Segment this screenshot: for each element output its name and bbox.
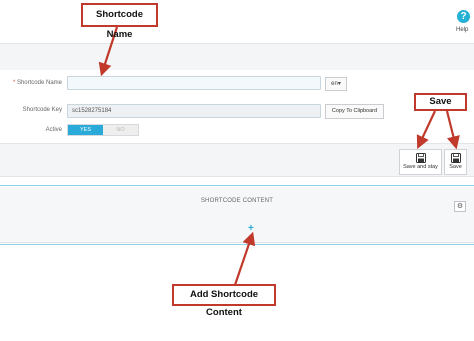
arrow-to-add-content — [233, 231, 256, 286]
arrow-to-save-and-stay — [416, 110, 436, 149]
arrow-to-save — [445, 110, 460, 150]
callout-add-content: Add Shortcode Content — [172, 284, 276, 318]
callout-shortcode-name: Shortcode Name — [81, 3, 158, 40]
callout-save: Save — [414, 93, 467, 111]
